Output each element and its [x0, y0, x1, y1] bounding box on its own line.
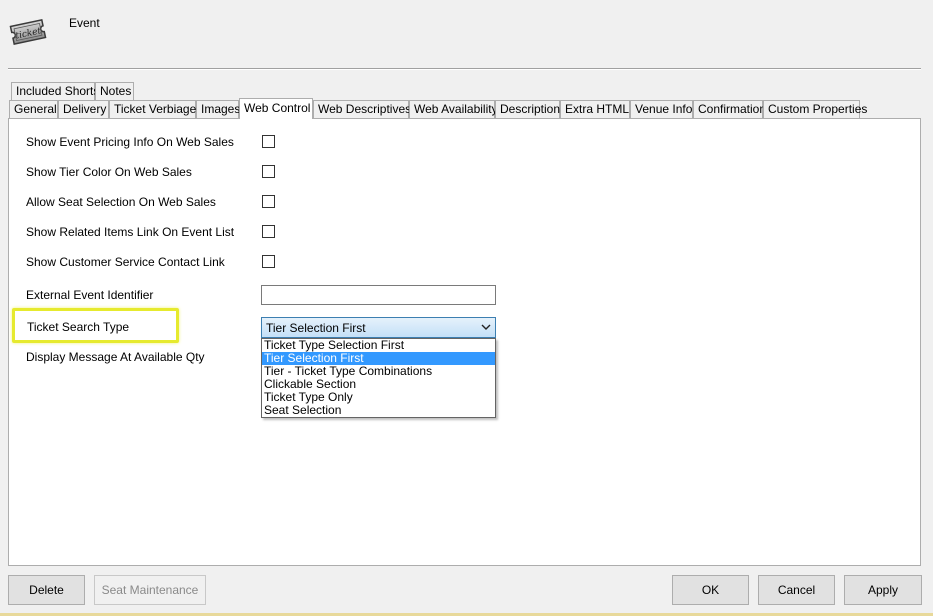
tab-custom-properties[interactable]: Custom Properties — [763, 100, 867, 118]
option-seat-selection[interactable]: Seat Selection — [262, 404, 495, 417]
web-control-panel: Show Event Pricing Info On Web Sales Sho… — [8, 118, 921, 566]
apply-button[interactable]: Apply — [844, 575, 922, 605]
cancel-button[interactable]: Cancel — [758, 575, 835, 605]
external-event-identifier-input[interactable] — [261, 285, 496, 305]
checkbox-show-customer-service[interactable] — [262, 255, 275, 268]
label-show-related-items: Show Related Items Link On Event List — [26, 225, 235, 239]
ok-button[interactable]: OK — [672, 575, 749, 605]
tab-web-availability[interactable]: Web Availability — [409, 100, 498, 118]
label-external-event-identifier: External Event Identifier — [26, 288, 154, 302]
window-header: ticket Event — [0, 0, 933, 68]
label-allow-seat-selection: Allow Seat Selection On Web Sales — [26, 195, 216, 209]
tab-description[interactable]: Description — [495, 100, 560, 118]
tab-ticket-verbiage[interactable]: Ticket Verbiage — [109, 100, 196, 118]
label-show-customer-service: Show Customer Service Contact Link — [26, 255, 225, 269]
tab-web-descriptives[interactable]: Web Descriptives — [313, 100, 411, 118]
window-title: Event — [69, 16, 100, 30]
label-ticket-search-type: Ticket Search Type — [27, 320, 130, 334]
label-show-tier-color: Show Tier Color On Web Sales — [26, 165, 192, 179]
tab-web-control[interactable]: Web Control — [239, 98, 313, 119]
checkbox-show-tier-color[interactable] — [262, 165, 275, 178]
tab-included-shorts[interactable]: Included Shorts — [11, 82, 99, 100]
checkbox-show-related-items[interactable] — [262, 225, 275, 238]
label-display-message-at-available-qty: Display Message At Available Qty — [26, 350, 205, 364]
seat-maintenance-button[interactable]: Seat Maintenance — [94, 575, 206, 605]
tab-venue-info[interactable]: Venue Info — [630, 100, 693, 118]
tab-delivery[interactable]: Delivery — [58, 100, 109, 118]
delete-button[interactable]: Delete — [8, 575, 85, 605]
checkbox-allow-seat-selection[interactable] — [262, 195, 275, 208]
ticket-search-type-selected-value: Tier Selection First — [266, 321, 366, 335]
tab-confirmation[interactable]: Confirmation — [693, 100, 766, 118]
label-show-event-pricing: Show Event Pricing Info On Web Sales — [26, 135, 234, 149]
ticket-search-type-select[interactable]: Tier Selection First — [261, 317, 496, 338]
tab-notes[interactable]: Notes — [95, 82, 134, 100]
checkbox-show-event-pricing[interactable] — [262, 135, 275, 148]
tab-images[interactable]: Images — [196, 100, 240, 118]
ticket-icon: ticket — [8, 14, 48, 50]
tab-general[interactable]: General — [9, 100, 58, 118]
chevron-down-icon[interactable] — [481, 320, 491, 337]
ticket-search-type-options: Ticket Type Selection First Tier Selecti… — [261, 338, 496, 418]
header-divider-highlight — [8, 69, 921, 70]
tab-extra-html[interactable]: Extra HTML — [560, 100, 630, 118]
